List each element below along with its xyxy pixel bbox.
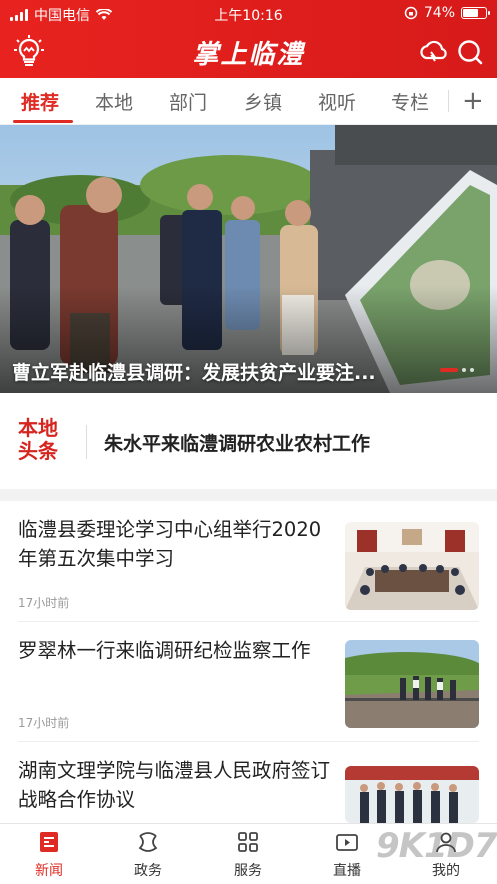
tab-towns[interactable]: 乡镇 [244, 88, 282, 115]
badge-line: 头条 [18, 439, 58, 463]
nav-services[interactable]: 服务 [213, 830, 283, 880]
battery-percent: 74% [423, 5, 455, 21]
app-bar: 掌上临澧 [0, 26, 497, 78]
carousel-dot-active [440, 368, 458, 372]
carousel-dot [462, 368, 466, 372]
nav-news[interactable]: 新闻 [14, 830, 84, 880]
nav-label: 新闻 [35, 863, 63, 879]
nav-government[interactable]: 政务 [113, 830, 183, 880]
channel-tabs: 推荐 本地 部门 乡镇 视听 专栏 + [0, 78, 497, 125]
news-title[interactable]: 临澧县委理论学习中心组举行2020年第五次集中学习 [18, 515, 332, 573]
news-item[interactable]: 罗翠林一行来临调研纪检监察工作 17小时前 [0, 622, 497, 742]
news-icon [40, 832, 58, 852]
hero-carousel[interactable]: 曹立军赴临澧县调研：发展扶贫产业要注... [0, 125, 497, 393]
news-thumbnail[interactable] [345, 640, 479, 728]
news-title[interactable]: 湖南文理学院与临澧县人民政府签订战略合作协议 [18, 756, 332, 814]
hero-caption[interactable]: 曹立军赴临澧县调研：发展扶贫产业要注... [12, 358, 376, 385]
services-grid-icon [238, 832, 258, 852]
watermark: 9K1D7 [376, 826, 497, 866]
local-headline[interactable]: 本地 头条 朱水平来临澧调研农业农村工作 [0, 393, 497, 489]
headline-title[interactable]: 朱水平来临澧调研农业农村工作 [104, 429, 370, 456]
government-icon [138, 832, 158, 852]
carousel-dot [470, 368, 474, 372]
battery-icon [461, 7, 490, 19]
tab-departments[interactable]: 部门 [169, 88, 207, 115]
section-gap [0, 489, 497, 501]
active-tab-indicator [13, 120, 73, 123]
divider [86, 425, 87, 459]
status-bar: 中国电信 上午10:16 74% [0, 0, 497, 26]
carousel-indicator [440, 368, 474, 372]
news-thumbnail[interactable] [345, 522, 479, 610]
nav-label: 政务 [134, 863, 162, 879]
news-title[interactable]: 罗翠林一行来临调研纪检监察工作 [18, 636, 332, 665]
news-time: 17小时前 [18, 596, 70, 610]
tab-local[interactable]: 本地 [95, 88, 133, 115]
badge-line: 本地 [18, 416, 58, 440]
news-time: 17小时前 [18, 716, 70, 730]
tab-audiovisual[interactable]: 视听 [318, 88, 356, 115]
news-item[interactable]: 湖南文理学院与临澧县人民政府签订战略合作协议 [0, 742, 497, 823]
tab-columns[interactable]: 专栏 [391, 88, 429, 115]
rotation-lock-icon [404, 6, 418, 20]
tab-divider [448, 90, 449, 112]
live-tv-icon [336, 834, 358, 851]
hero-photo [0, 125, 497, 393]
cloud-icon[interactable] [418, 38, 448, 66]
add-channel-icon[interactable]: + [462, 86, 484, 116]
local-headline-badge: 本地 头条 [18, 417, 68, 463]
news-item[interactable]: 临澧县委理论学习中心组举行2020年第五次集中学习 17小时前 [0, 501, 497, 622]
app-header: 中国电信 上午10:16 74% 掌上临澧 [0, 0, 497, 78]
nav-label: 服务 [234, 863, 262, 879]
news-thumbnail[interactable] [345, 766, 479, 823]
search-icon[interactable] [456, 38, 484, 66]
nav-label: 直播 [333, 863, 361, 879]
nav-live[interactable]: 直播 [312, 830, 382, 880]
tab-recommend[interactable]: 推荐 [21, 88, 59, 115]
